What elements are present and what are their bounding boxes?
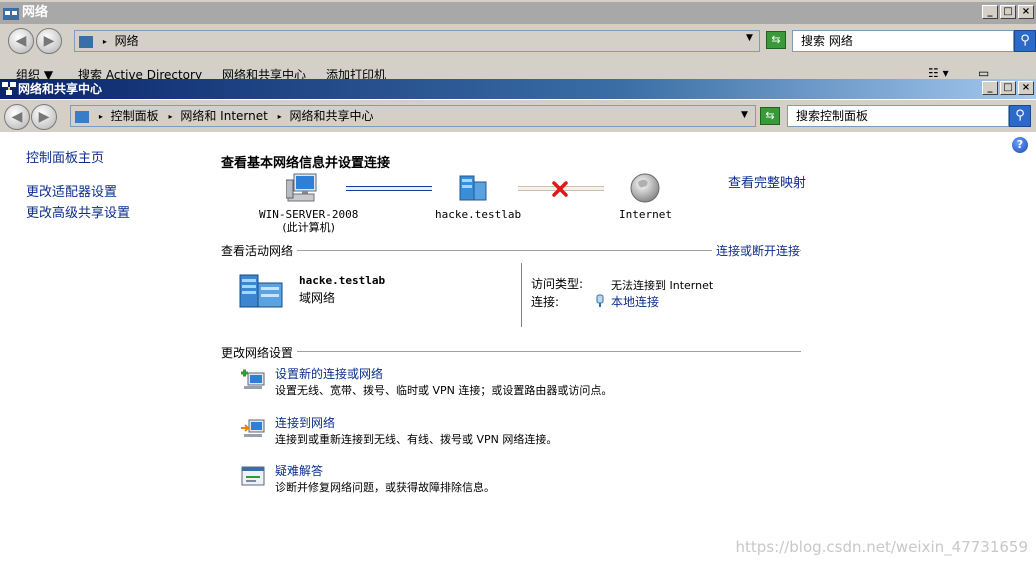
active-networks-heading: 查看活动网络 <box>221 242 298 259</box>
background-address-row: ◀ ▶ ▸ 网络 ▼ ⇆ 搜索 网络 ⚲ <box>0 24 1036 58</box>
background-crumb[interactable]: 网络 <box>115 31 139 51</box>
troubleshoot-icon[interactable] <box>240 464 266 488</box>
chevron-right-icon[interactable]: ▸ <box>169 107 173 127</box>
chevron-right-icon[interactable]: ▸ <box>278 107 282 127</box>
divider <box>221 351 801 352</box>
toolbar-sharing-center[interactable]: 网络和共享中心 <box>222 66 306 80</box>
connection-label: 连接: <box>531 295 560 309</box>
connect-disconnect-link[interactable]: 连接或断开连接 <box>712 242 801 259</box>
network-building-icon[interactable] <box>238 269 288 309</box>
local-connection-link[interactable]: 本地连接 <box>611 293 659 310</box>
content-area: ? 控制面板主页 更改适配器设置 更改高级共享设置 查看基本网络信息并设置连接 … <box>0 132 1036 564</box>
sidebar-item-adapter-settings[interactable]: 更改适配器设置 <box>26 181 117 200</box>
sidebar-item-advanced-sharing[interactable]: 更改高级共享设置 <box>26 202 130 221</box>
x-mark-icon[interactable] <box>551 180 569 198</box>
window-title: 网络和共享中心 <box>18 82 103 96</box>
view-icon[interactable]: ☷ ▾ <box>928 66 949 80</box>
globe-icon <box>630 173 660 203</box>
chevron-down-icon[interactable]: ▼ <box>746 33 753 43</box>
forward-icon[interactable]: ▶ <box>36 28 62 54</box>
view-full-map-link[interactable]: 查看完整映射 <box>728 172 806 191</box>
task-troubleshoot-desc: 诊断并修复网络问题，或获得故障排除信息。 <box>275 481 495 494</box>
background-title-bar[interactable]: 网络 _ □ × <box>0 2 1036 24</box>
background-window-controls: _ □ × <box>982 5 1034 19</box>
maximize-button[interactable]: □ <box>1000 81 1016 95</box>
page-title: 查看基本网络信息并设置连接 <box>221 156 391 171</box>
close-button[interactable]: × <box>1018 81 1034 95</box>
crumb-control-panel[interactable]: 控制面板 <box>111 106 159 126</box>
back-icon[interactable]: ◀ <box>8 28 34 54</box>
task-connect-network-desc: 连接到或重新连接到无线、有线、拨号或 VPN 网络连接。 <box>275 433 558 446</box>
chevron-right-icon: ▸ <box>98 111 103 121</box>
toolbar-search-ad[interactable]: 搜索 Active Directory <box>78 66 202 80</box>
active-network-name: hacke.testlab <box>299 274 386 287</box>
background-toolbar: 组织 ▼ 搜索 Active Directory 网络和共享中心 添加打印机 ☷… <box>0 64 1036 80</box>
computer-note: (此计算机) <box>282 221 335 234</box>
address-row: ◀ ▶ ▸ 控制面板 ▸ 网络和 Internet ▸ 网络和共享中心 ▼ ⇆ … <box>0 100 1036 132</box>
minimize-button[interactable]: _ <box>982 81 998 95</box>
access-type-label: 访问类型: <box>531 277 584 291</box>
task-new-connection-desc: 设置无线、宽带、拨号、临时或 VPN 连接；或设置路由器或访问点。 <box>275 384 613 397</box>
divider <box>521 263 522 327</box>
background-search-input[interactable]: 搜索 网络 <box>792 30 1014 52</box>
sharing-center-window: 网络和共享中心 _ □ × ◀ ▶ ▸ 控制面板 ▸ 网络和 Internet … <box>0 79 1036 564</box>
network-location-icon <box>79 35 93 48</box>
control-panel-icon <box>75 110 89 123</box>
search-icon[interactable]: ⚲ <box>1009 105 1031 127</box>
pane-icon[interactable]: ▭ <box>978 66 989 80</box>
map-computer-label: WIN-SERVER-2008 (此计算机) <box>259 208 358 234</box>
address-bar[interactable]: ▸ 控制面板 ▸ 网络和 Internet ▸ 网络和共享中心 <box>70 105 756 127</box>
access-type-value: 无法连接到 Internet <box>611 279 714 292</box>
chevron-down-icon[interactable]: ▼ <box>741 110 748 120</box>
task-new-connection-link[interactable]: 设置新的连接或网络 <box>275 365 383 382</box>
background-window-title: 网络 <box>22 5 49 20</box>
forward-icon[interactable]: ▶ <box>31 104 57 130</box>
window-controls: _ □ × <box>982 81 1034 95</box>
minimize-button[interactable]: _ <box>982 5 998 19</box>
background-address-bar[interactable]: ▸ 网络 <box>74 30 760 52</box>
network-folder-icon <box>3 8 19 20</box>
background-network-window: 网络 _ □ × ◀ ▶ ▸ 网络 ▼ ⇆ 搜索 网络 ⚲ 组织 ▼ 搜索 Ac… <box>0 0 1036 80</box>
search-input[interactable]: 搜索控制面板 <box>787 105 1009 127</box>
new-connection-icon[interactable] <box>240 367 266 391</box>
connect-network-icon[interactable] <box>240 416 266 440</box>
active-network-type: 域网络 <box>299 291 336 305</box>
crumb-network-internet[interactable]: 网络和 Internet <box>180 106 267 126</box>
toolbar-organize[interactable]: 组织 ▼ <box>16 66 53 80</box>
maximize-button[interactable]: □ <box>1000 5 1016 19</box>
map-internet-label: Internet <box>619 208 672 221</box>
crumb-sharing-center[interactable]: 网络和共享中心 <box>290 106 374 126</box>
task-troubleshoot-link[interactable]: 疑难解答 <box>275 462 323 479</box>
change-settings-heading: 更改网络设置 <box>221 344 298 361</box>
server-icon <box>459 175 487 201</box>
close-button[interactable]: × <box>1018 5 1034 19</box>
computer-name: WIN-SERVER-2008 <box>259 208 359 221</box>
toolbar-add-printer[interactable]: 添加打印机 <box>326 66 386 80</box>
title-bar[interactable]: 网络和共享中心 _ □ × <box>0 79 1036 99</box>
watermark: https://blog.csdn.net/weixin_47731659 <box>735 538 1028 556</box>
go-icon[interactable]: ⇆ <box>760 107 780 125</box>
plug-icon <box>596 294 604 307</box>
computer-icon <box>286 173 317 202</box>
sidebar-item-control-panel-home[interactable]: 控制面板主页 <box>26 147 104 166</box>
chevron-right-icon: ▸ <box>102 36 107 46</box>
task-connect-network-link[interactable]: 连接到网络 <box>275 414 335 431</box>
back-icon[interactable]: ◀ <box>4 104 30 130</box>
go-icon[interactable]: ⇆ <box>766 31 786 49</box>
map-domain-label: hacke.testlab <box>435 208 522 221</box>
connection-line-local <box>346 186 432 191</box>
help-icon[interactable]: ? <box>1012 137 1028 153</box>
search-icon[interactable]: ⚲ <box>1014 30 1036 52</box>
sharing-center-icon <box>2 82 16 95</box>
